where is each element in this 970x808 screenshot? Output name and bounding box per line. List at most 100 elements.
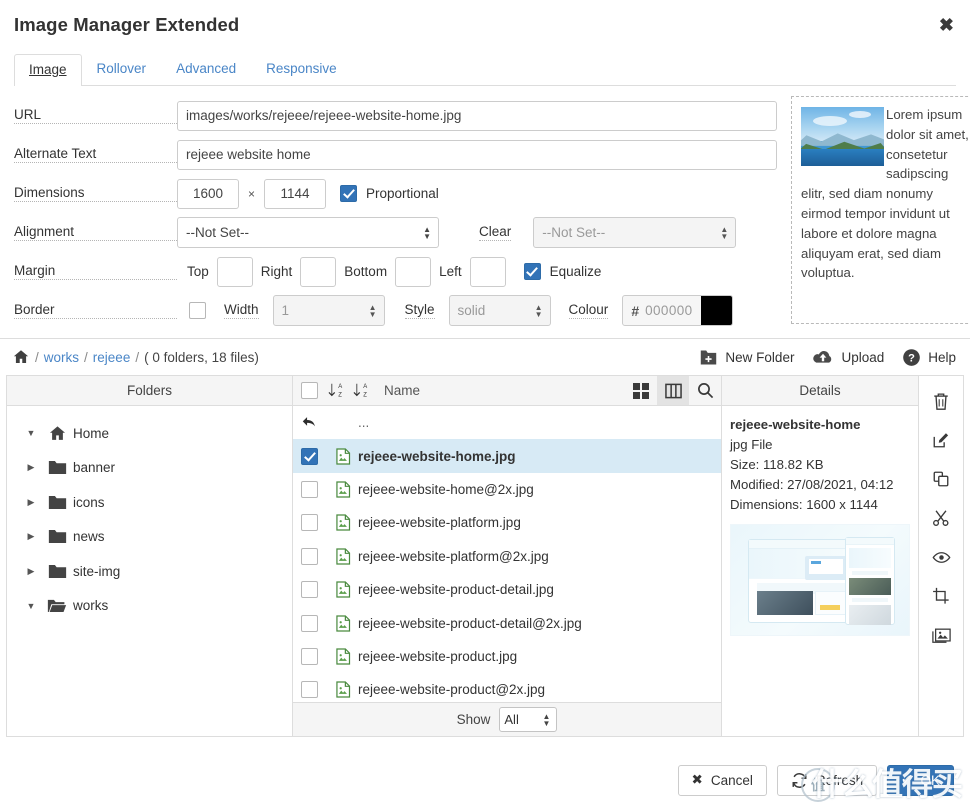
margin-bottom-input[interactable]	[395, 256, 432, 287]
show-select[interactable]: All ▲ ▼	[499, 707, 558, 733]
tree-item-banner[interactable]: ▶ banner	[7, 451, 292, 486]
chevron-updown-icon: ▲ ▼	[720, 224, 729, 241]
file-checkbox[interactable]	[301, 480, 318, 498]
tab-advanced[interactable]: Advanced	[161, 53, 251, 85]
table-row[interactable]: rejeee-website-home@2x.jpg	[293, 473, 721, 506]
clear-label: Clear	[479, 224, 512, 241]
modal-footer: ✖ Cancel Refresh ✔ OK	[0, 760, 970, 808]
clear-select[interactable]: --Not Set-- ▲ ▼	[533, 217, 737, 248]
tree-item-site-img[interactable]: ▶ site-img	[7, 554, 292, 589]
file-name: rejeee-website-home.jpg	[358, 448, 516, 464]
breadcrumb-sep: /	[35, 349, 39, 365]
chevron-right-icon[interactable]: ▶	[21, 566, 41, 577]
table-row[interactable]: rejeee-website-product@2x.jpg	[293, 673, 721, 702]
proportional-label: Proportional	[366, 186, 439, 201]
help-button[interactable]: ? Help	[902, 348, 956, 367]
alt-input[interactable]	[177, 139, 777, 170]
refresh-button[interactable]: Refresh	[776, 764, 878, 796]
details-file-size: Size: 118.82 KB	[730, 457, 824, 473]
crop-icon[interactable]	[926, 581, 956, 611]
table-row[interactable]: rejeee-website-product-detail@2x.jpg	[293, 606, 721, 639]
chevron-updown-icon: ▲ ▼	[423, 224, 431, 241]
folder-tree: ▼ Home ▶ banner ▶ icons ▶ news ▶ site-im…	[7, 406, 292, 623]
folder-icon	[41, 529, 73, 544]
breadcrumb-item-rejeee[interactable]: rejeee	[93, 350, 131, 365]
folders-pane: Folders ▼ Home ▶ banner ▶ icons ▶ news ▶…	[7, 376, 293, 736]
sort-alpha-desc-icon[interactable]: AZ	[353, 382, 370, 399]
new-folder-button[interactable]: New Folder	[699, 349, 794, 366]
alignment-select[interactable]: --Not Set-- ▲ ▼	[177, 217, 439, 248]
eye-icon[interactable]	[926, 542, 956, 572]
table-row[interactable]: rejeee-website-product-detail.jpg	[293, 573, 721, 606]
ok-label: OK	[920, 772, 940, 788]
edit-icon[interactable]	[926, 425, 956, 455]
file-name: rejeee-website-product@2x.jpg	[358, 682, 546, 698]
file-checkbox[interactable]	[301, 614, 318, 632]
width-input[interactable]	[177, 178, 239, 209]
table-row[interactable]: rejeee-website-platform@2x.jpg	[293, 540, 721, 573]
split-view-icon[interactable]	[657, 376, 689, 405]
colour-swatch[interactable]	[700, 296, 732, 325]
table-row[interactable]: rejeee-website-home.jpg	[293, 439, 721, 473]
parent-directory-row[interactable]: ...	[293, 406, 721, 439]
border-style-select[interactable]: solid ▲ ▼	[448, 295, 551, 326]
chevron-right-icon[interactable]: ▶	[21, 497, 41, 508]
proportional-checkbox[interactable]	[340, 185, 358, 202]
file-checkbox[interactable]	[301, 547, 318, 565]
url-input[interactable]	[177, 100, 777, 131]
equalize-checkbox[interactable]	[523, 263, 541, 280]
file-checkbox[interactable]	[301, 514, 318, 532]
margin-top-input[interactable]	[216, 256, 253, 287]
image-file-icon	[328, 447, 358, 465]
border-colour-label: Colour	[568, 302, 609, 319]
show-value: All	[504, 712, 519, 728]
tab-rollover[interactable]: Rollover	[82, 53, 162, 85]
scissors-icon[interactable]	[926, 503, 956, 533]
height-input[interactable]	[264, 178, 327, 209]
close-icon[interactable]: ✖	[939, 16, 954, 34]
border-width-label: Width	[224, 302, 259, 319]
ok-button[interactable]: ✔ OK	[887, 764, 954, 796]
chevron-right-icon[interactable]: ▶	[21, 531, 41, 542]
table-row[interactable]: rejeee-website-product.jpg	[293, 640, 721, 673]
tab-responsive[interactable]: Responsive	[251, 53, 352, 85]
file-checkbox[interactable]	[301, 647, 318, 665]
chevron-down-icon[interactable]: ▼	[21, 601, 41, 611]
border-enable-checkbox[interactable]	[189, 302, 206, 319]
tree-item-icons[interactable]: ▶ icons	[7, 485, 292, 520]
image-icon[interactable]	[926, 620, 956, 650]
svg-text:?: ?	[908, 352, 915, 364]
file-checkbox[interactable]	[301, 581, 318, 599]
breadcrumb-item-works[interactable]: works	[44, 350, 79, 365]
tab-image[interactable]: Image	[14, 53, 82, 86]
upload-button[interactable]: Upload	[812, 349, 884, 366]
folder-icon	[41, 495, 73, 510]
chevron-down-icon[interactable]: ▼	[21, 428, 41, 438]
home-icon[interactable]	[12, 348, 30, 366]
chevron-right-icon[interactable]: ▶	[21, 462, 41, 473]
sort-alpha-asc-icon[interactable]: AZ	[328, 382, 345, 399]
border-width-input[interactable]: 1 ▲ ▼	[272, 295, 385, 326]
margin-left-input[interactable]	[469, 256, 506, 287]
row-alignment: Alignment --Not Set-- ▲ ▼ Clear --Not Set…	[14, 213, 777, 252]
search-icon[interactable]	[689, 376, 721, 405]
table-row[interactable]: rejeee-website-platform.jpg	[293, 506, 721, 539]
help-icon: ?	[902, 348, 921, 367]
files-name-column-header[interactable]: Name	[384, 383, 420, 398]
grid-view-icon[interactable]	[625, 376, 657, 405]
margin-right-input[interactable]	[300, 256, 337, 287]
file-checkbox[interactable]	[301, 447, 318, 465]
tree-item-news[interactable]: ▶ news	[7, 520, 292, 555]
file-checkbox[interactable]	[301, 681, 318, 699]
border-colour-field[interactable]: # 000000	[622, 295, 733, 326]
row-border: Border Width 1 ▲ ▼ Style solid ▲ ▼ Colour …	[14, 291, 777, 330]
trash-icon[interactable]	[926, 386, 956, 416]
dimensions-label: Dimensions	[14, 185, 177, 202]
copy-icon[interactable]	[926, 464, 956, 494]
cancel-button[interactable]: ✖ Cancel	[677, 764, 767, 796]
select-all-checkbox[interactable]	[301, 382, 318, 399]
tree-item-works[interactable]: ▼ works	[7, 589, 292, 624]
breadcrumb-sep: /	[84, 349, 88, 365]
form-fields: URL Alternate Text Dimensions × Proporti…	[14, 96, 777, 330]
tree-item-home[interactable]: ▼ Home	[7, 416, 292, 451]
